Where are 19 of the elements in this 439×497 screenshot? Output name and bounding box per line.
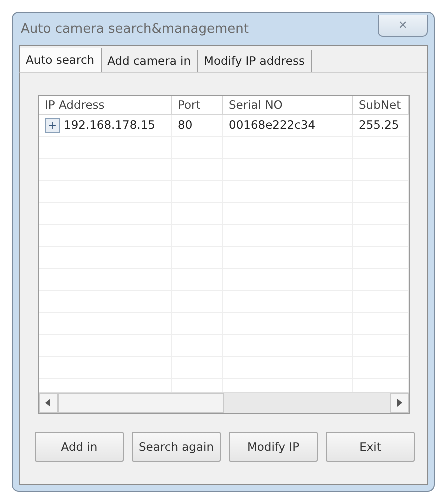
expand-button[interactable]: + — [45, 118, 60, 133]
table-cell-text: 80 — [178, 117, 193, 134]
tab[interactable]: Auto search — [20, 48, 102, 72]
table-cell-text: 255.25 — [359, 117, 400, 134]
column-header[interactable]: IP Address — [39, 96, 172, 114]
scroll-left-icon[interactable] — [39, 393, 58, 413]
table-cell-text: 00168e222c34 — [229, 117, 316, 134]
dialog-button[interactable]: Exit — [326, 432, 415, 462]
horizontal-scrollbar[interactable] — [39, 392, 409, 413]
dialog-button[interactable]: Search again — [132, 432, 221, 462]
column-header[interactable]: Serial NO — [223, 96, 353, 114]
window-title: Auto camera search&management — [20, 22, 249, 36]
table-cell-text: 192.168.178.15 — [64, 117, 156, 134]
dialog-button[interactable]: Add in — [35, 432, 124, 462]
column-header[interactable]: Port — [172, 96, 223, 114]
scroll-right-icon[interactable] — [390, 393, 409, 413]
dialog-button[interactable]: Modify IP — [229, 432, 318, 462]
column-header[interactable]: SubNet — [353, 96, 409, 114]
scroll-thumb[interactable] — [58, 393, 224, 413]
